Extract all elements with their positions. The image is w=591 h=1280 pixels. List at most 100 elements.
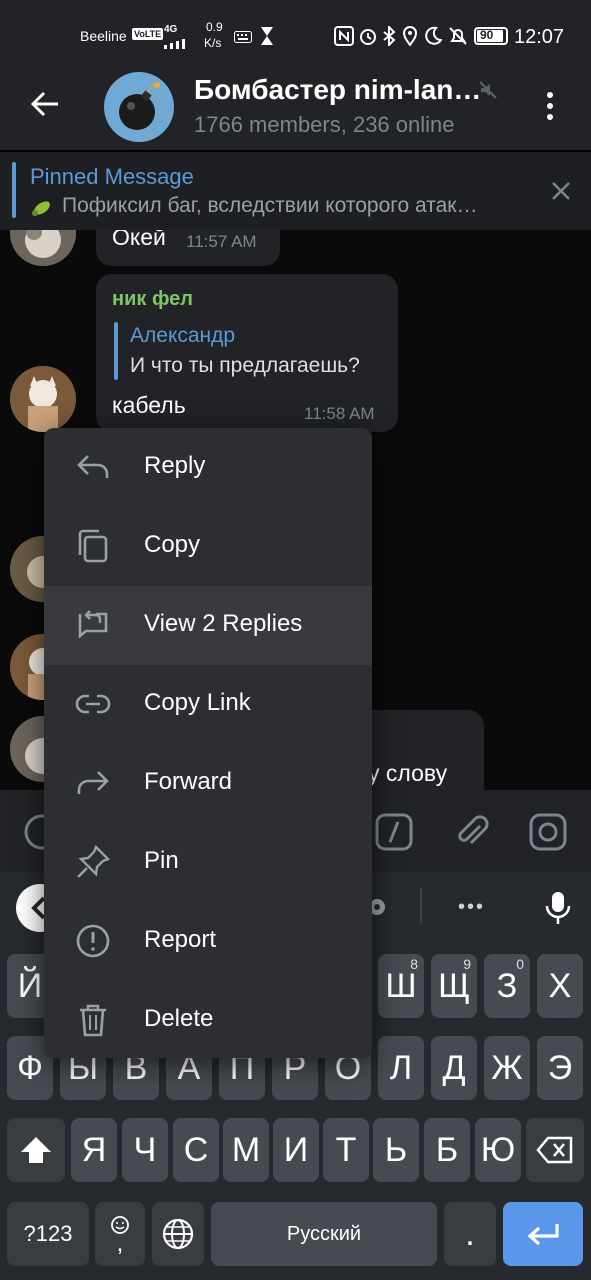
key-х[interactable]: Х (537, 954, 583, 1018)
reply-icon (74, 448, 112, 486)
backspace-icon (536, 1136, 573, 1164)
key-label: Л (389, 1048, 413, 1087)
more-options-icon[interactable] (540, 88, 560, 128)
key-label: Ш (385, 966, 417, 1005)
key-label: Т (335, 1130, 357, 1169)
key-ш[interactable]: Ш8 (378, 954, 424, 1018)
key-з[interactable]: З0 (484, 954, 530, 1018)
close-icon[interactable] (550, 180, 572, 202)
message-text: кабель (112, 392, 186, 418)
avatar[interactable] (10, 230, 76, 266)
menu-item-forward[interactable]: Forward (44, 744, 372, 823)
key-label: Русский (286, 1222, 362, 1245)
key-с[interactable]: С (173, 1118, 219, 1182)
nfc-icon (334, 26, 354, 51)
bug-emoji-icon (30, 196, 54, 223)
more-suggestions-button[interactable]: ••• (458, 896, 485, 919)
location-icon (402, 26, 418, 51)
globe-icon (162, 1218, 194, 1250)
pinned-message-bar[interactable]: Pinned Message Пофиксил баг, вследствии … (0, 152, 591, 230)
key-м[interactable]: М (223, 1118, 269, 1182)
reply-text[interactable]: И что ты предлагаешь? (130, 354, 360, 378)
shift-key[interactable] (7, 1118, 65, 1182)
key-э[interactable]: Э (537, 1036, 583, 1100)
status-clock: 12:07 (514, 26, 565, 48)
menu-item-pin[interactable]: Pin (44, 823, 372, 902)
suggestion-divider (420, 888, 422, 924)
menu-item-label: Copy Link (144, 689, 251, 716)
hourglass-icon (260, 26, 274, 51)
chat-title[interactable]: Бомбастер nim-lan… (194, 74, 481, 106)
menu-item-delete[interactable]: Delete (44, 981, 372, 1058)
bomb-icon (119, 82, 160, 130)
enter-icon (527, 1224, 559, 1246)
symbols-key[interactable]: ?123 (7, 1202, 89, 1266)
key-hint: 8 (410, 956, 418, 972)
key-label: Ч (133, 1130, 157, 1169)
menu-item-reply[interactable]: Reply (44, 428, 372, 507)
key-hint: 0 (516, 956, 524, 972)
attach-icon[interactable] (452, 812, 492, 852)
muted-icon (478, 80, 498, 100)
period-key[interactable]: . (444, 1202, 496, 1266)
pinned-label: Pinned Message (30, 164, 194, 189)
menu-item-copy-link[interactable]: Copy Link (44, 665, 372, 744)
menu-item-label: Forward (144, 768, 233, 795)
avatar[interactable] (10, 366, 76, 432)
shift-icon (21, 1137, 51, 1163)
key-д[interactable]: Д (431, 1036, 477, 1100)
key-ч[interactable]: Ч (122, 1118, 168, 1182)
key-label: Х (548, 966, 572, 1005)
key-л[interactable]: Л (378, 1036, 424, 1100)
net-speed-unit: K/s (204, 36, 222, 50)
key-label: Д (442, 1048, 466, 1087)
key-ь[interactable]: Ь (373, 1118, 419, 1182)
camera-icon[interactable] (528, 812, 568, 852)
key-б[interactable]: Б (424, 1118, 470, 1182)
message-text: у слову (368, 760, 448, 786)
pinned-accent-bar (12, 162, 16, 218)
bot-commands-icon[interactable] (374, 812, 414, 852)
forward-icon (74, 764, 112, 802)
menu-item-report[interactable]: Report (44, 902, 372, 981)
message-time: 11:58 AM (304, 404, 375, 423)
alarm-icon (358, 26, 378, 51)
status-bar: Beeline VoLTE 4G 0.9 K/s 90 12:07 (0, 0, 591, 60)
emoji-comma-key[interactable]: , (95, 1202, 145, 1266)
group-avatar[interactable] (104, 72, 174, 142)
message-sender[interactable]: ник фел (112, 288, 193, 311)
microphone-icon[interactable] (544, 890, 572, 931)
pin-icon (74, 843, 112, 881)
key-и[interactable]: И (273, 1118, 319, 1182)
reply-author[interactable]: Александр (130, 324, 235, 348)
key-я[interactable]: Я (71, 1118, 117, 1182)
key-щ[interactable]: Щ9 (431, 954, 477, 1018)
report-icon (74, 922, 112, 960)
notifications-off-icon (448, 26, 468, 51)
key-label: З (496, 966, 518, 1005)
space-key[interactable]: Русский (211, 1202, 437, 1266)
signal-icon (164, 36, 194, 54)
chat-header: Бомбастер nim-lan… 1766 members, 236 onl… (0, 60, 591, 150)
back-arrow-icon[interactable] (28, 86, 64, 122)
chat-subtitle: 1766 members, 236 online (194, 112, 455, 137)
message-bubble[interactable]: Окей 11:57 AM (96, 230, 280, 266)
key-label: Э (547, 1048, 573, 1087)
key-label: М (231, 1130, 261, 1169)
key-label: , (116, 1230, 124, 1257)
key-label: ?123 (23, 1221, 73, 1246)
menu-item-copy[interactable]: Copy (44, 507, 372, 586)
message-text: Окей (112, 230, 166, 250)
key-т[interactable]: Т (323, 1118, 369, 1182)
language-key[interactable] (152, 1202, 204, 1266)
bluetooth-icon (382, 24, 396, 51)
menu-item-view-replies[interactable]: View 2 Replies (44, 586, 372, 665)
message-bubble[interactable]: ник фел Александр И что ты предлагаешь? … (96, 274, 398, 432)
menu-item-label: Delete (144, 1005, 214, 1032)
enter-key[interactable] (503, 1202, 583, 1266)
link-icon (74, 685, 112, 723)
key-ю[interactable]: Ю (475, 1118, 521, 1182)
backspace-key[interactable] (526, 1118, 584, 1182)
battery-level: 90 (480, 28, 494, 42)
key-ж[interactable]: Ж (484, 1036, 530, 1100)
